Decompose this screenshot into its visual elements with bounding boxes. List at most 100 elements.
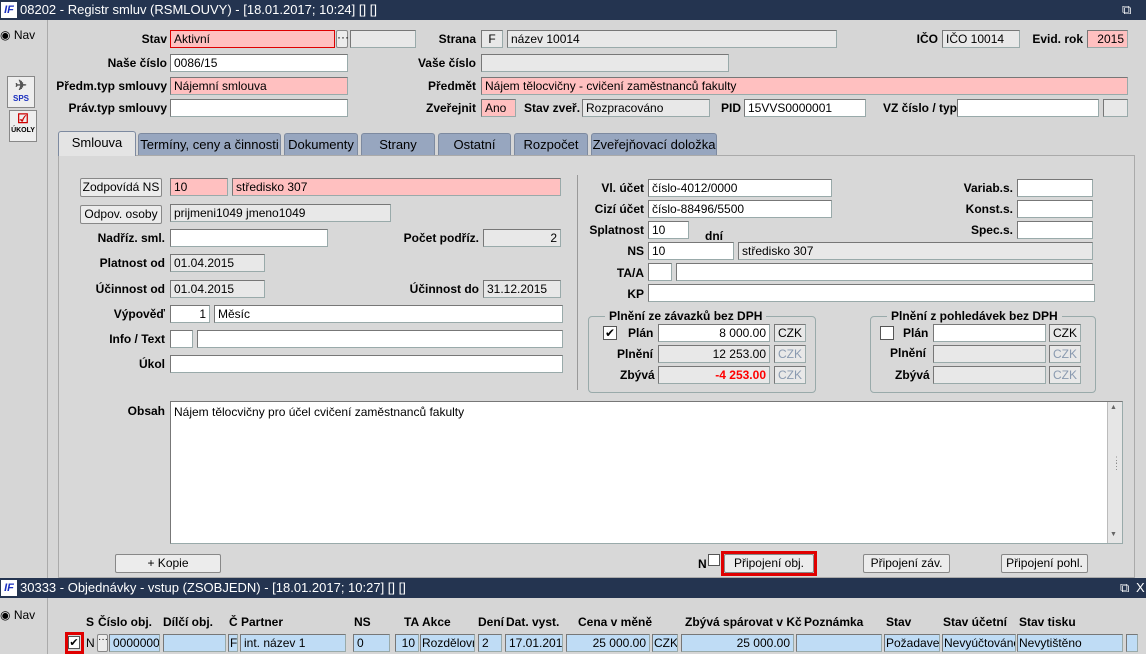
row-akce[interactable]: Rozdělovn — [420, 634, 475, 652]
zverejnit-field[interactable]: Ano — [481, 99, 516, 117]
col-dilci-obj[interactable]: Dílčí obj. — [163, 615, 213, 629]
kopie-button[interactable]: + Kopie — [115, 554, 221, 573]
zavazky-plan-checkbox[interactable]: ✔ — [603, 326, 617, 340]
stav-zver-field[interactable]: Rozpracováno — [582, 99, 710, 117]
row-lookup-button[interactable]: ··· — [97, 634, 108, 652]
strana-name-field[interactable]: název 10014 — [507, 30, 837, 48]
kp-field[interactable] — [648, 284, 1095, 302]
info-field[interactable] — [170, 330, 193, 348]
col-akce[interactable]: Akce — [422, 615, 451, 629]
col-dat-vyst[interactable]: Dat. vyst. — [506, 615, 559, 629]
tab-terminy[interactable]: Termíny, ceny a činnosti — [138, 133, 281, 155]
pripojeni-obj-button[interactable]: Připojení obj. — [724, 554, 814, 573]
konst-field[interactable] — [1017, 200, 1093, 218]
ucinnost-do-field[interactable]: 31.12.2015 — [483, 280, 561, 298]
row-stav-ucetni[interactable]: Nevyúčtováno — [942, 634, 1016, 652]
col-partner[interactable]: Partner — [241, 615, 283, 629]
cizi-ucet-field[interactable]: číslo-88496/5500 — [648, 200, 832, 218]
col-stav-ucetni[interactable]: Stav účetní — [943, 615, 1007, 629]
pohledavky-zbyva-field[interactable] — [933, 366, 1046, 384]
tab-dokumenty[interactable]: Dokumenty — [284, 133, 358, 155]
ns-name-field[interactable]: středisko 307 — [738, 242, 1093, 260]
vase-cislo-field[interactable] — [481, 54, 729, 72]
zodpovida-ns-button[interactable]: Zodpovídá NS — [80, 178, 162, 197]
row-partner[interactable]: int. název 1 — [240, 634, 346, 652]
zodp-ns-code-field[interactable]: 10 — [170, 178, 228, 196]
col-cena[interactable]: Cena v měně — [578, 615, 652, 629]
pohledavky-plan-field[interactable] — [933, 324, 1046, 342]
scroll-grip-icon[interactable]: ⋮ ⋮ — [1112, 456, 1121, 471]
row-zbyva[interactable]: 25 000.00 — [681, 634, 794, 652]
col-s[interactable]: S — [86, 615, 94, 629]
row-stav-tisku[interactable]: Nevytištěno — [1017, 634, 1123, 652]
tab-smlouva[interactable]: Smlouva — [58, 131, 136, 156]
vl-ucet-field[interactable]: číslo-4012/0000 — [648, 179, 832, 197]
odpov-osoby-field[interactable]: prijmeni1049 jmeno1049 — [170, 204, 391, 222]
obsah-scrollbar[interactable]: ▲ ⋮ ⋮ ▼ — [1107, 402, 1122, 543]
col-stav-tisku[interactable]: Stav tisku — [1019, 615, 1076, 629]
row-ns[interactable]: 0 — [353, 634, 390, 652]
vz-cislo-field[interactable] — [957, 99, 1099, 117]
splatnost-field[interactable]: 10 — [648, 221, 689, 239]
pohledavky-plan-checkbox[interactable] — [880, 326, 894, 340]
nadriz-sml-field[interactable] — [170, 229, 328, 247]
pripojeni-pohl-button[interactable]: Připojení pohl. — [1001, 554, 1088, 573]
tab-ostatni[interactable]: Ostatní — [438, 133, 511, 155]
ico-field[interactable]: IČO 10014 — [942, 30, 1020, 48]
scroll-down-icon[interactable]: ▼ — [1110, 531, 1117, 538]
scroll-up-icon[interactable]: ▲ — [1110, 404, 1117, 411]
close-icon[interactable]: X — [1136, 578, 1145, 598]
row-poznamka[interactable] — [796, 634, 882, 652]
pohledavky-plneni-field[interactable] — [933, 345, 1046, 363]
nav-radio[interactable]: ◉ Nav — [0, 28, 35, 42]
row-c[interactable]: F — [228, 634, 238, 652]
pocet-podriz-field[interactable]: 2 — [483, 229, 561, 247]
ta-field[interactable] — [648, 263, 672, 281]
stav-field[interactable]: Aktivní — [170, 30, 335, 48]
restore-icon[interactable]: ⧉ — [1120, 578, 1129, 598]
sps-button[interactable]: ✈ SPS — [7, 76, 35, 108]
col-deni[interactable]: Dení — [478, 615, 504, 629]
row-stav[interactable]: Požadavek — [884, 634, 940, 652]
row-cena[interactable]: 25 000.00 — [566, 634, 650, 652]
n-checkbox[interactable] — [708, 554, 720, 566]
row-ta[interactable]: 10 — [395, 634, 419, 652]
row-cislo-obj[interactable]: 00000006 — [109, 634, 160, 652]
strana-code-field[interactable]: F — [481, 30, 503, 48]
prav-typ-field[interactable] — [170, 99, 348, 117]
col-ta[interactable]: TA — [404, 615, 419, 629]
row-select-checkbox[interactable]: ✔ — [68, 636, 80, 649]
ukol-field[interactable] — [170, 355, 563, 373]
ukoly-button[interactable]: ☑ ÚKOLY — [9, 110, 37, 142]
zavazky-zbyva-field[interactable]: -4 253.00 — [658, 366, 770, 384]
variab-field[interactable] — [1017, 179, 1093, 197]
row-mena[interactable]: CZK — [652, 634, 678, 652]
pripojeni-zav-button[interactable]: Připojení záv. — [863, 554, 950, 573]
row-dat-vyst[interactable]: 17.01.2017 — [505, 634, 563, 652]
row-dilci-obj[interactable] — [163, 634, 226, 652]
zodp-ns-name-field[interactable]: středisko 307 — [232, 178, 561, 196]
col-ns[interactable]: NS — [354, 615, 371, 629]
tab-rozpocet[interactable]: Rozpočet — [514, 133, 588, 155]
ns-field[interactable]: 10 — [648, 242, 734, 260]
odpov-osoby-button[interactable]: Odpov. osoby — [80, 205, 162, 224]
col-stav[interactable]: Stav — [886, 615, 911, 629]
stav-extra-field[interactable] — [350, 30, 416, 48]
platnost-od-field[interactable]: 01.04.2015 — [170, 254, 265, 272]
ucinnost-od-field[interactable]: 01.04.2015 — [170, 280, 265, 298]
col-poznamka[interactable]: Poznámka — [804, 615, 863, 629]
zavazky-plneni-field[interactable]: 12 253.00 — [658, 345, 770, 363]
predm-typ-field[interactable]: Nájemní smlouva — [170, 77, 348, 95]
col-zbyva[interactable]: Zbývá spárovat v Kč — [685, 615, 802, 629]
pid-field[interactable]: 15VVS0000001 — [744, 99, 866, 117]
text-field[interactable] — [197, 330, 563, 348]
vz-typ-field[interactable] — [1103, 99, 1128, 117]
spec-field[interactable] — [1017, 221, 1093, 239]
obsah-textarea[interactable]: Nájem tělocvičny pro účel cvičení zaměst… — [170, 401, 1123, 544]
row-deni[interactable]: 2 — [478, 634, 502, 652]
row-extra[interactable] — [1126, 634, 1138, 652]
col-c[interactable]: Č — [229, 615, 238, 629]
vypoved-count-field[interactable]: 1 — [170, 305, 210, 323]
tab-strany[interactable]: Strany — [361, 133, 435, 155]
evid-rok-field[interactable]: 2015 — [1087, 30, 1128, 48]
